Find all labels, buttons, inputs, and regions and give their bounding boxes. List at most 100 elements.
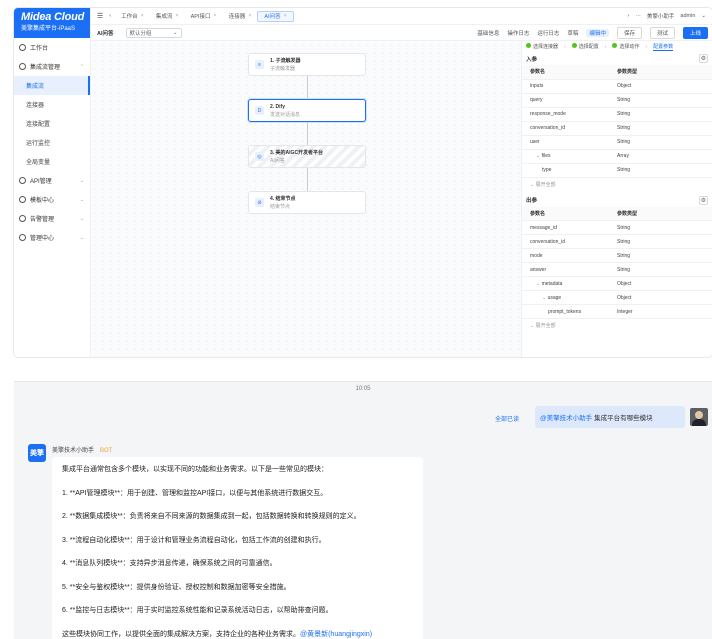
question-mention[interactable]: @美擎技术小助手 xyxy=(540,412,592,422)
sidebar: Midea Cloud 美擎集成平台-iPaaS 工作台 集成流管理 ⌃ 集成流 连接器… xyxy=(14,8,91,357)
menu-item-icon xyxy=(19,177,26,184)
sidebar-item[interactable]: 连接配置 xyxy=(14,114,90,133)
gear-icon[interactable]: ⚙ xyxy=(699,195,708,205)
config-step[interactable]: 选择连接器 xyxy=(526,43,558,50)
user-name[interactable]: admin xyxy=(680,13,695,19)
save-button[interactable]: 保存 xyxy=(616,26,642,39)
flow-canvas[interactable]: ≡ 1. 子流触发器 子流触发器 D 2. Dify 发送对话消息 ◎ 3. 美的AIGC开发… xyxy=(91,41,521,357)
sidebar-item[interactable]: 告警管理 ⌄ xyxy=(14,209,90,228)
param-name: response_mode xyxy=(530,111,566,117)
param-row: conversation_id String xyxy=(522,121,712,136)
menu-icon[interactable]: ☰ xyxy=(97,12,103,20)
bot-avatar[interactable]: 美擎 xyxy=(28,444,46,462)
config-step[interactable]: 配置参数 xyxy=(653,43,674,51)
node-title: 4. 结束节点 xyxy=(270,196,296,202)
param-name: conversation_id xyxy=(530,125,566,131)
sidebar-item-label: 集成流管理 xyxy=(30,65,61,71)
flow-node[interactable]: ≡ 1. 子流触发器 子流触发器 xyxy=(248,53,366,76)
param-name-cell: conversation_id xyxy=(522,121,617,136)
bot-tag: BOT xyxy=(100,448,113,454)
test-button[interactable]: 测试 xyxy=(649,26,675,39)
config-step[interactable]: 选择配置 xyxy=(571,43,599,50)
node-text: 1. 子流触发器 子流触发器 xyxy=(270,57,301,72)
expand-all-inputs[interactable]: ⌄ 展开全部 xyxy=(522,178,712,190)
param-name: answer xyxy=(530,266,547,273)
node-subtitle: 结束节点 xyxy=(270,204,291,210)
answer-line: 4. **消息队列模块**：支持异步消息传递，确保系统之间的可靠通信。 xyxy=(62,560,277,567)
assistant-link[interactable]: 美擎小助手 xyxy=(647,12,675,20)
param-name: query xyxy=(530,97,543,103)
tab-next-icon[interactable]: › xyxy=(628,13,630,19)
ipaas-window: Midea Cloud 美擎集成平台-iPaaS 工作台 集成流管理 ⌃ 集成流 连接器… xyxy=(14,8,712,357)
close-icon[interactable]: × xyxy=(248,13,251,19)
flow-node[interactable]: D 2. Dify 发送对话消息 xyxy=(248,99,366,122)
param-name-cell: response_mode xyxy=(522,107,617,122)
sidebar-item-label: 连接器 xyxy=(26,103,45,109)
close-icon[interactable]: × xyxy=(141,13,144,19)
operation-log-button[interactable]: 操作日志 xyxy=(507,29,529,37)
answer-mention[interactable]: @黄景新(huangjingxin) xyxy=(300,631,372,638)
node-subtitle: AI问答 xyxy=(270,158,285,164)
node-title: 1. 子流触发器 xyxy=(270,58,301,64)
menu-item-icon xyxy=(19,63,26,70)
sidebar-item-label: 集成流 xyxy=(26,84,45,90)
tab-item[interactable]: 连接器 × xyxy=(223,11,258,22)
expand-all-outputs[interactable]: ⌄ 展开全部 xyxy=(522,319,712,331)
close-icon[interactable]: × xyxy=(213,13,216,19)
tab-prev-icon[interactable]: ‹ xyxy=(109,13,111,19)
sidebar-item[interactable]: 运行监控 xyxy=(14,133,90,152)
param-type: String xyxy=(617,93,712,108)
param-type: String xyxy=(617,135,712,150)
tab-item[interactable]: 工作台 × xyxy=(115,11,150,22)
sidebar-item[interactable]: 管理中心 ⌄ xyxy=(14,228,90,247)
run-log-button[interactable]: 运行日志 xyxy=(537,29,559,37)
flow-node[interactable]: ◎ 3. 美的AIGC开发者平台 AI问答 xyxy=(248,145,366,168)
param-type: Object xyxy=(617,79,712,94)
sidebar-item[interactable]: API管理 ⌄ xyxy=(14,171,90,190)
param-row: response_mode String xyxy=(522,107,712,122)
publish-button[interactable]: 上线 xyxy=(682,26,708,39)
bot-name-line: 美擎技术小助手 BOT xyxy=(52,445,112,454)
param-name: inputs xyxy=(530,83,544,89)
param-name-cell: ⌄ files xyxy=(522,149,617,164)
user-dropdown-icon[interactable]: ⌄ xyxy=(701,13,706,19)
config-step[interactable]: 选择动作 xyxy=(612,43,639,50)
brand-logo: Midea Cloud xyxy=(21,11,85,23)
sidebar-item[interactable]: 集成流管理 ⌃ xyxy=(14,57,90,76)
close-icon[interactable]: × xyxy=(284,13,287,19)
param-name-cell: query xyxy=(522,93,617,108)
tab-item[interactable]: AI问答 × xyxy=(257,10,294,22)
col-param-name: 参数名 xyxy=(522,206,617,221)
param-name-cell: conversation_id xyxy=(522,234,617,249)
mode-badge: 编辑中 xyxy=(586,28,609,37)
sidebar-item[interactable]: 工作台 xyxy=(14,38,90,57)
param-name-cell: prompt_tokens xyxy=(522,304,617,319)
more-icon[interactable]: ··· xyxy=(635,13,641,19)
menu-item-icon xyxy=(19,44,26,51)
gear-icon[interactable]: ⚙ xyxy=(699,54,708,63)
basic-info-button[interactable]: 基础信息 xyxy=(477,29,499,37)
tab-label: 工作台 xyxy=(121,14,138,20)
mode-label: 草稿 xyxy=(567,30,579,37)
group-select[interactable]: 默认分组 ⌄ xyxy=(125,27,182,38)
check-icon xyxy=(526,43,531,48)
tab-item[interactable]: API接口 × xyxy=(185,11,223,22)
node-text: 3. 美的AIGC开发者平台 AI问答 xyxy=(270,149,323,164)
user-avatar[interactable] xyxy=(690,408,708,426)
menu-item-icon xyxy=(19,234,26,241)
close-icon[interactable]: × xyxy=(175,13,178,19)
tab-label: 连接器 xyxy=(228,14,246,20)
sidebar-item[interactable]: 模板中心 ⌄ xyxy=(14,190,90,209)
tab-item[interactable]: 集成流 × xyxy=(150,11,185,22)
bot-name: 美擎技术小助手 xyxy=(52,448,95,454)
flow-node[interactable]: ⊘ 4. 结束节点 结束节点 xyxy=(248,191,366,214)
param-type: String xyxy=(617,248,712,263)
param-name: mode xyxy=(530,252,543,259)
tab-list: 工作台 × 集成流 × API接口 × 连接器 × AI问答 × xyxy=(115,10,294,22)
chat-timestamp: 10:05 xyxy=(355,386,371,392)
sidebar-item[interactable]: 全局变量 xyxy=(14,152,90,171)
sidebar-item[interactable]: 集成流 xyxy=(14,76,90,95)
sidebar-item[interactable]: 连接器 xyxy=(14,95,90,114)
connector-line xyxy=(307,122,308,145)
param-type: Object xyxy=(617,290,712,305)
